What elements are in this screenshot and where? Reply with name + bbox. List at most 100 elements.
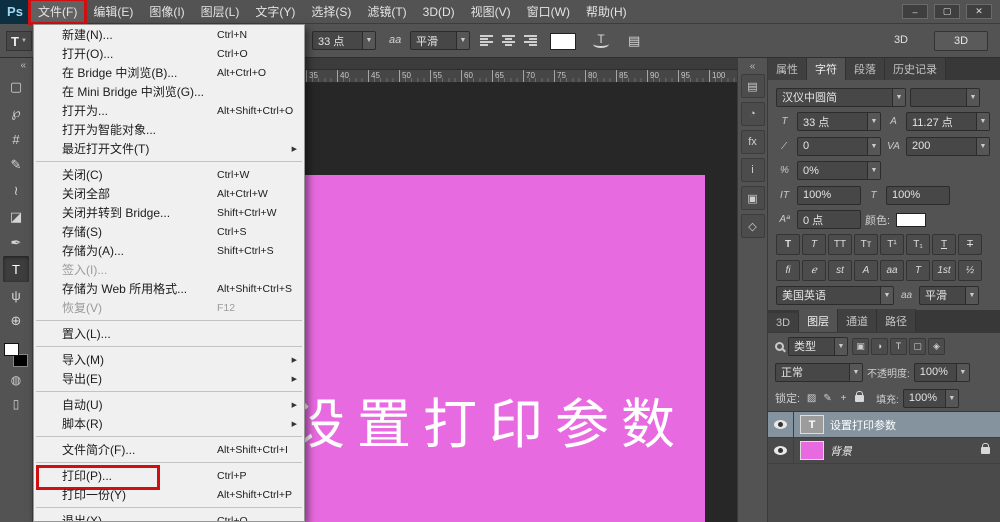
filter-adjustment-layers-icon[interactable]: ◑: [871, 337, 888, 355]
panel-tab[interactable]: 段落: [846, 57, 885, 80]
marquee-tool[interactable]: ▢: [3, 74, 29, 100]
info-panel-icon[interactable]: i: [740, 158, 765, 182]
panel-tab[interactable]: 图层: [799, 309, 839, 332]
menubar-item[interactable]: 图像(I): [141, 0, 192, 23]
text-color-swatch[interactable]: [550, 33, 576, 50]
fractions-button[interactable]: ½: [958, 259, 982, 281]
menubar-item[interactable]: 帮助(H): [578, 0, 635, 23]
character-font-size-select[interactable]: 33 点 ▼: [797, 112, 881, 131]
menu-item[interactable]: 打开为智能对象... ▶: [34, 120, 304, 139]
menu-item[interactable]: ▶: [34, 504, 304, 511]
eyedropper-tool[interactable]: ✎: [3, 152, 29, 178]
menu-item[interactable]: ▶: [34, 433, 304, 440]
menu-item[interactable]: 在 Bridge 中浏览(B)... Alt+Ctrl+O ▶: [34, 63, 304, 82]
menubar-item[interactable]: 窗口(W): [519, 0, 578, 23]
collapse-dock-icon[interactable]: «: [750, 58, 756, 74]
panel-tab[interactable]: 字符: [807, 57, 846, 80]
visibility-toggle[interactable]: [768, 412, 794, 437]
lock-position-icon[interactable]: +: [836, 393, 851, 404]
menu-item[interactable]: 存储(S) Ctrl+S ▶: [34, 222, 304, 241]
panel-tab[interactable]: 3D: [768, 313, 800, 332]
filter-smart-objects-icon[interactable]: ◈: [928, 337, 945, 355]
menu-item[interactable]: 恢复(V) F12 ▶: [34, 298, 304, 317]
fill-select[interactable]: 100% ▼: [902, 388, 959, 408]
minimize-button[interactable]: –: [902, 4, 928, 19]
menu-item[interactable]: ▶: [34, 317, 304, 324]
type-tool-preset-button[interactable]: T ▼: [6, 31, 32, 51]
menu-item[interactable]: 关闭全部 Alt+Ctrl+W ▶: [34, 184, 304, 203]
crop-tool[interactable]: #: [3, 126, 29, 152]
contextual-alternates-button[interactable]: ℯ: [802, 259, 826, 281]
filter-type-layers-icon[interactable]: T: [890, 337, 907, 355]
horizontal-scale-field[interactable]: 100%: [886, 185, 950, 205]
character-color-swatch[interactable]: [896, 212, 927, 227]
menu-item[interactable]: ▶: [34, 158, 304, 165]
layer-thumbnail[interactable]: [800, 441, 824, 460]
font-size-select[interactable]: 33 点 ▼: [312, 31, 376, 50]
align-left-button[interactable]: [478, 34, 495, 47]
toggle-panels-button[interactable]: ▤: [628, 33, 640, 49]
lock-all-icon[interactable]: [855, 390, 865, 402]
swash-button[interactable]: A: [854, 259, 878, 281]
screen-mode-button[interactable]: ▯: [3, 392, 29, 416]
ordinals-button[interactable]: 1st: [932, 259, 956, 281]
foreground-color-swatch[interactable]: [4, 343, 19, 356]
superscript-button[interactable]: T¹: [880, 234, 904, 255]
layer-row[interactable]: T 设置打印参数: [768, 412, 1000, 438]
eraser-tool[interactable]: ◪: [3, 204, 29, 230]
faux-italic-button[interactable]: T: [802, 234, 826, 255]
pen-tool[interactable]: ✒: [3, 230, 29, 256]
menu-item[interactable]: 导入(M) ▶: [34, 350, 304, 369]
close-button[interactable]: ✕: [966, 4, 992, 19]
panel-tab[interactable]: 路径: [877, 309, 917, 332]
menubar-item[interactable]: 编辑(E): [85, 0, 141, 23]
font-family-select[interactable]: 汉仪中圆简 ▼: [776, 87, 906, 107]
panel-tab[interactable]: 属性: [768, 57, 807, 80]
lock-pixels-icon[interactable]: ✎: [820, 393, 835, 404]
opacity-select[interactable]: 100% ▼: [913, 362, 970, 382]
menu-item[interactable]: 存储为 Web 所用格式... Alt+Shift+Ctrl+S ▶: [34, 279, 304, 298]
align-right-button[interactable]: [522, 34, 539, 47]
menu-item[interactable]: ▶: [34, 343, 304, 350]
menu-item[interactable]: ▶: [34, 459, 304, 466]
blend-mode-select[interactable]: 正常 ▼: [775, 362, 863, 382]
menu-item[interactable]: 退出(X) Ctrl+Q ▶: [34, 511, 304, 521]
menu-item[interactable]: 自动(U) ▶: [34, 395, 304, 414]
layer-thumbnail[interactable]: T: [800, 415, 824, 434]
menu-item[interactable]: 打开(O)... Ctrl+O ▶: [34, 44, 304, 63]
menubar-item[interactable]: 文字(Y): [247, 0, 303, 23]
titling-alternates-button[interactable]: T: [906, 259, 930, 281]
quick-mask-button[interactable]: ◍: [3, 368, 29, 392]
filter-shape-layers-icon[interactable]: ▢: [909, 337, 926, 355]
menu-item[interactable]: 关闭并转到 Bridge... Shift+Ctrl+W ▶: [34, 203, 304, 222]
zoom-tool[interactable]: ⊕: [3, 308, 29, 334]
visibility-toggle[interactable]: [768, 438, 794, 463]
menu-item[interactable]: 在 Mini Bridge 中浏览(G)... ▶: [34, 82, 304, 101]
menubar-item[interactable]: 文件(F): [27, 0, 88, 25]
menubar-item[interactable]: 滤镜(T): [359, 0, 414, 23]
menu-item[interactable]: 打印一份(Y) Alt+Shift+Ctrl+P ▶: [34, 485, 304, 504]
language-select[interactable]: 美国英语 ▼: [776, 285, 894, 305]
collapse-toolbar-icon[interactable]: «: [20, 60, 32, 74]
menu-item[interactable]: 关闭(C) Ctrl+W ▶: [34, 165, 304, 184]
properties-panel-icon[interactable]: ▤: [740, 74, 765, 98]
workspace-switcher-button[interactable]: 3D: [934, 31, 988, 51]
menu-item[interactable]: 打开为... Alt+Shift+Ctrl+O ▶: [34, 101, 304, 120]
menu-item[interactable]: 新建(N)... Ctrl+N ▶: [34, 25, 304, 44]
leading-select[interactable]: 11.27 点 ▼: [906, 112, 990, 131]
tracking-select[interactable]: 200 ▼: [906, 136, 990, 156]
tsume-select[interactable]: 0% ▼: [797, 161, 881, 180]
vertical-scale-field[interactable]: 100%: [797, 185, 861, 205]
menubar-item[interactable]: 3D(D): [415, 0, 463, 23]
strikethrough-button[interactable]: T: [958, 234, 982, 255]
restore-button[interactable]: ▢: [934, 4, 960, 19]
panel-tab[interactable]: 通道: [838, 309, 878, 332]
faux-bold-button[interactable]: T: [776, 234, 800, 255]
paths-panel-icon[interactable]: ◇: [740, 214, 765, 238]
panel-tab[interactable]: 历史记录: [885, 57, 946, 80]
small-caps-button[interactable]: Tᴛ: [854, 234, 878, 255]
adjustments-panel-icon[interactable]: ◔: [740, 102, 765, 126]
font-style-select[interactable]: ▼: [910, 87, 980, 107]
stylistic-alternates-button[interactable]: aa: [880, 259, 904, 281]
menu-item[interactable]: 签入(I)... ▶: [34, 260, 304, 279]
